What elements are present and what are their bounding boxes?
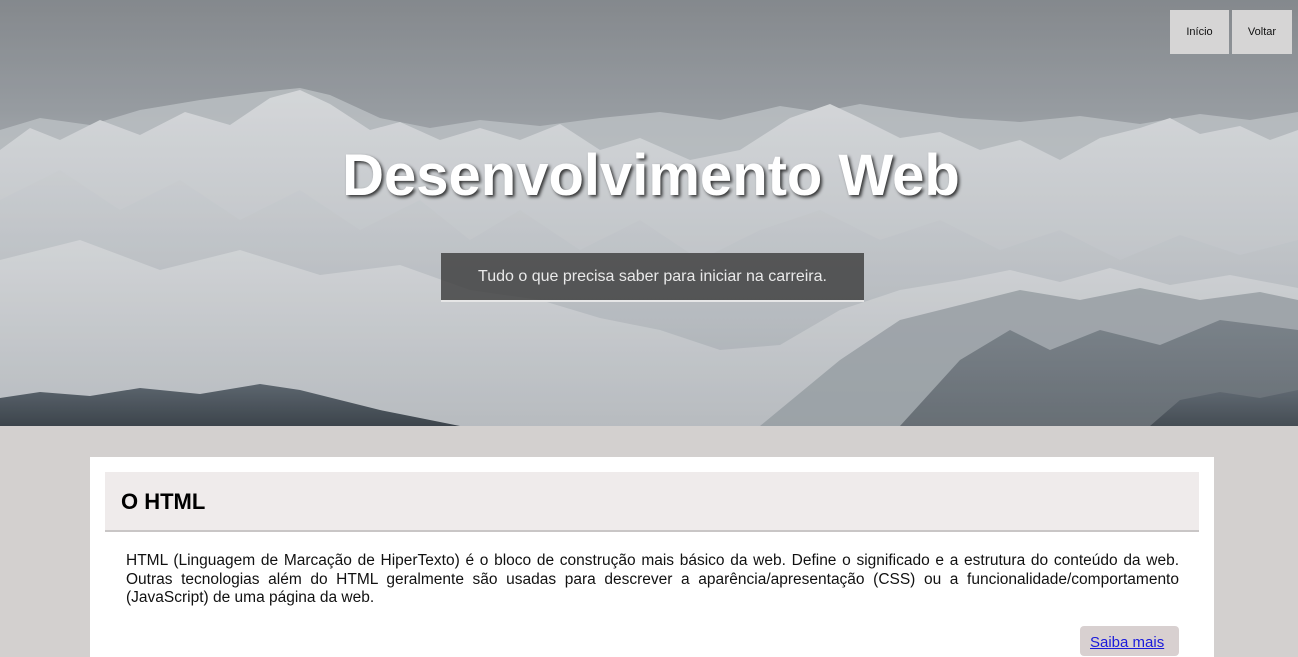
section-description: HTML (Linguagem de Marcação de HiperText… <box>126 552 1179 606</box>
home-button[interactable]: Início <box>1170 10 1229 54</box>
read-more-button[interactable]: Saiba mais <box>1080 626 1179 656</box>
section-title: O HTML <box>121 489 206 514</box>
hero-banner: Início Voltar Desenvolvimento Web Tudo o… <box>0 0 1298 426</box>
page-title: Desenvolvimento Web <box>342 143 960 208</box>
content-card: O HTML HTML (Linguagem de Marcação de Hi… <box>90 457 1214 657</box>
card-header: O HTML <box>105 472 1199 532</box>
back-button[interactable]: Voltar <box>1232 10 1292 54</box>
top-navigation: Início Voltar <box>1170 10 1292 54</box>
hero-subtitle: Tudo o que precisa saber para iniciar na… <box>441 253 864 302</box>
mountain-background-image <box>0 0 1298 426</box>
